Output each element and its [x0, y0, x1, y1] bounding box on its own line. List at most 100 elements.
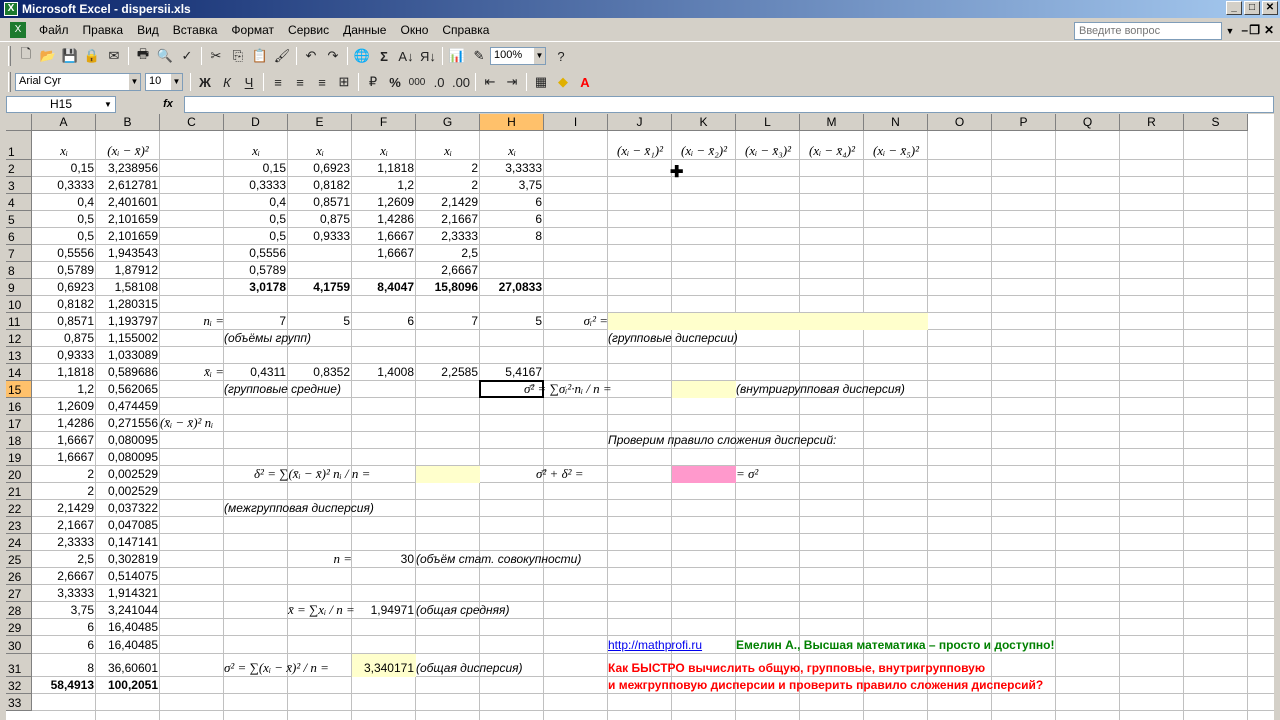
column-header-r[interactable]: R — [1120, 114, 1184, 131]
menu-file[interactable]: Файл — [32, 23, 76, 37]
row-header-1[interactable]: 1 — [6, 131, 32, 160]
currency-icon[interactable]: ₽ — [362, 71, 384, 93]
paste-icon[interactable]: 📋 — [249, 45, 271, 67]
align-center-icon[interactable]: ≡ — [289, 71, 311, 93]
select-all-corner[interactable] — [6, 114, 32, 131]
mail-icon[interactable]: ✉ — [103, 45, 125, 67]
print-preview-icon[interactable]: 🔍 — [154, 45, 176, 67]
ask-dropdown-icon[interactable]: ▼ — [1224, 22, 1236, 40]
print-icon[interactable]: 🖶 — [132, 45, 154, 67]
menu-help[interactable]: Справка — [435, 23, 496, 37]
check-sum-cell[interactable] — [672, 466, 736, 483]
chart-icon[interactable]: 📊 — [446, 45, 468, 67]
menu-edit[interactable]: Правка — [76, 23, 131, 37]
save-icon[interactable]: 💾 — [59, 45, 81, 67]
column-header-e[interactable]: E — [288, 114, 352, 131]
group-variance-cells[interactable] — [608, 313, 928, 330]
column-header-p[interactable]: P — [992, 114, 1056, 131]
align-right-icon[interactable]: ≡ — [311, 71, 333, 93]
menu-data[interactable]: Данные — [336, 23, 393, 37]
menu-tools[interactable]: Сервис — [281, 23, 336, 37]
sort-desc-icon[interactable]: Я↓ — [417, 45, 439, 67]
column-header-j[interactable]: J — [608, 114, 672, 131]
column-header-d[interactable]: D — [224, 114, 288, 131]
italic-button[interactable]: К — [216, 71, 238, 93]
row-header-18[interactable]: 18 — [6, 432, 32, 449]
font-name-select[interactable]: Arial Cyr ▼ — [15, 73, 141, 91]
ask-question-input[interactable]: Введите вопрос — [1074, 22, 1222, 40]
sort-asc-icon[interactable]: A↓ — [395, 45, 417, 67]
menu-view[interactable]: Вид — [130, 23, 166, 37]
row-header-15[interactable]: 15 — [6, 381, 32, 398]
doc-minimize-icon[interactable]: – — [1241, 23, 1248, 37]
column-header-f[interactable]: F — [352, 114, 416, 131]
column-header-m[interactable]: M — [800, 114, 864, 131]
autosum-icon[interactable]: Σ — [373, 45, 395, 67]
between-variance-cell[interactable] — [416, 466, 480, 483]
row-header-19[interactable]: 19 — [6, 449, 32, 466]
column-header-b[interactable]: B — [96, 114, 160, 131]
row-header-3[interactable]: 3 — [6, 177, 32, 194]
column-header-n[interactable]: N — [864, 114, 928, 131]
row-header-30[interactable]: 30 — [6, 636, 32, 654]
increase-decimal-icon[interactable]: .0 — [428, 71, 450, 93]
font-size-select[interactable]: 10 ▼ — [145, 73, 183, 91]
cut-icon[interactable]: ✂ — [205, 45, 227, 67]
row-header-28[interactable]: 28 — [6, 602, 32, 619]
row-header-31[interactable]: 31 — [6, 654, 32, 677]
row-header-22[interactable]: 22 — [6, 500, 32, 517]
menu-format[interactable]: Формат — [224, 23, 281, 37]
column-header-c[interactable]: C — [160, 114, 224, 131]
row-header-27[interactable]: 27 — [6, 585, 32, 602]
row-header-2[interactable]: 2 — [6, 160, 32, 177]
row-header-23[interactable]: 23 — [6, 517, 32, 534]
align-left-icon[interactable]: ≡ — [267, 71, 289, 93]
row-header-32[interactable]: 32 — [6, 677, 32, 694]
column-header-l[interactable]: L — [736, 114, 800, 131]
minimize-button[interactable]: _ — [1226, 1, 1242, 15]
column-header-k[interactable]: K — [672, 114, 736, 131]
new-icon[interactable]: 🗋 — [15, 45, 37, 67]
row-header-29[interactable]: 29 — [6, 619, 32, 636]
row-header-7[interactable]: 7 — [6, 245, 32, 262]
column-header-g[interactable]: G — [416, 114, 480, 131]
increase-indent-icon[interactable]: ⇥ — [501, 71, 523, 93]
help-icon[interactable]: ? — [550, 45, 572, 67]
row-header-9[interactable]: 9 — [6, 279, 32, 296]
row-header-21[interactable]: 21 — [6, 483, 32, 500]
row-header-16[interactable]: 16 — [6, 398, 32, 415]
column-header-o[interactable]: O — [928, 114, 992, 131]
bold-button[interactable]: Ж — [194, 71, 216, 93]
column-header-q[interactable]: Q — [1056, 114, 1120, 131]
zoom-select[interactable]: 100% ▼ — [490, 47, 546, 65]
row-header-6[interactable]: 6 — [6, 228, 32, 245]
permission-icon[interactable]: 🔒 — [81, 45, 103, 67]
thousands-button[interactable]: 000 — [406, 71, 428, 93]
open-icon[interactable]: 📂 — [37, 45, 59, 67]
active-cell-h15[interactable] — [479, 380, 544, 398]
redo-icon[interactable]: ↷ — [322, 45, 344, 67]
fx-icon[interactable]: fx — [156, 98, 180, 110]
borders-icon[interactable]: ▦ — [530, 71, 552, 93]
row-header-33[interactable]: 33 — [6, 694, 32, 711]
row-header-13[interactable]: 13 — [6, 347, 32, 364]
format-painter-icon[interactable]: 🖌 — [271, 45, 293, 67]
maximize-button[interactable]: □ — [1244, 1, 1260, 15]
column-header-s[interactable]: S — [1184, 114, 1248, 131]
undo-icon[interactable]: ↶ — [300, 45, 322, 67]
menu-window[interactable]: Окно — [393, 23, 435, 37]
row-header-24[interactable]: 24 — [6, 534, 32, 551]
row-header-14[interactable]: 14 — [6, 364, 32, 381]
column-header-i[interactable]: I — [544, 114, 608, 131]
workbook-icon[interactable]: X — [10, 21, 26, 38]
row-header-25[interactable]: 25 — [6, 551, 32, 568]
row-header-12[interactable]: 12 — [6, 330, 32, 347]
worksheet-grid[interactable]: A B C D E F G H I J K L M N O P Q R S 1 2 3 4 5 6 7 8 9 10 11 12 13 14 15… — [6, 114, 1274, 720]
fill-color-icon[interactable]: ◆ — [552, 71, 574, 93]
row-header-11[interactable]: 11 — [6, 313, 32, 330]
row-header-26[interactable]: 26 — [6, 568, 32, 585]
decrease-decimal-icon[interactable]: .00 — [450, 71, 472, 93]
font-color-icon[interactable]: A — [574, 71, 596, 93]
row-header-8[interactable]: 8 — [6, 262, 32, 279]
row-header-17[interactable]: 17 — [6, 415, 32, 432]
